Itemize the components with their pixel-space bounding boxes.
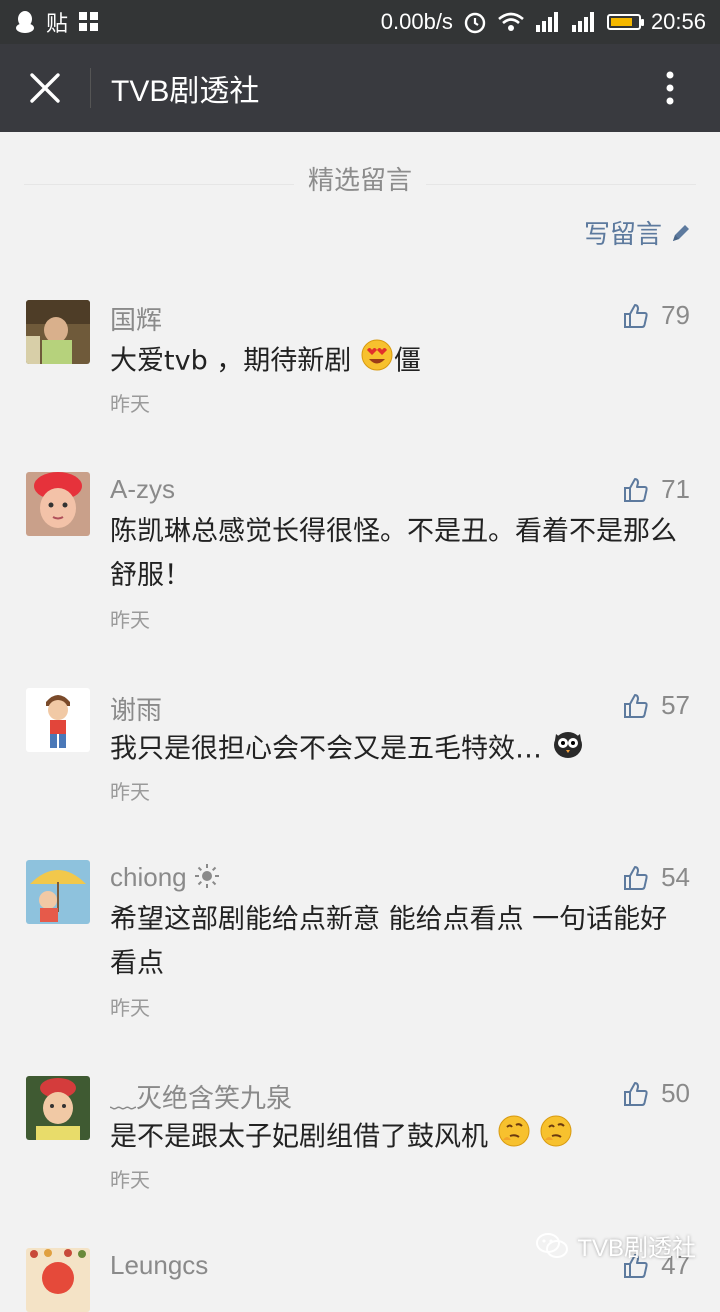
watermark: TVB剧透社 <box>535 1228 696 1263</box>
more-vertical-icon <box>666 71 674 105</box>
page-title: TVB剧透社 <box>111 75 260 108</box>
comment-text: 是不是跟太子妃剧组借了鼓风机 <box>110 1114 690 1162</box>
thumbs-up-icon <box>624 865 648 890</box>
heart-eyes-emoji-icon <box>360 338 394 386</box>
nav-divider <box>90 68 91 108</box>
network-speed: 0.00b/s <box>380 9 453 34</box>
like-button[interactable]: 71 <box>623 474 690 505</box>
close-button[interactable] <box>0 44 90 132</box>
like-count: 50 <box>661 1078 690 1108</box>
status-app-label: 贴 <box>46 12 69 37</box>
like-button[interactable]: 54 <box>623 862 690 893</box>
like-button[interactable]: 50 <box>623 1078 690 1109</box>
commenter-name: Leungcs <box>110 1250 209 1280</box>
status-time: 20:56 <box>650 9 706 34</box>
commenter-name-row: ﹏灭绝含笑九泉 <box>110 1078 292 1115</box>
comment-text: 希望这部剧能给点新意 能给点看点 一句话能好看点 <box>110 904 668 979</box>
pencil-icon <box>673 224 689 241</box>
avatar[interactable] <box>26 472 90 536</box>
like-count: 54 <box>661 862 690 892</box>
more-button[interactable] <box>620 44 720 132</box>
alarm-icon <box>463 10 487 34</box>
comment-text-suffix: 僵 <box>393 345 421 377</box>
thumbs-up-icon <box>624 693 648 718</box>
sun-icon <box>194 863 220 896</box>
owl-emoji-icon <box>551 726 585 774</box>
signal-icon <box>535 11 561 33</box>
nav-bar: TVB剧透社 <box>0 44 720 132</box>
name-decoration: ﹏ <box>110 1083 137 1113</box>
wifi-icon <box>497 11 525 33</box>
thinking-emoji-icon <box>539 1114 573 1162</box>
avatar[interactable] <box>26 300 90 364</box>
commenter-name: 国辉 <box>110 305 163 335</box>
comment-time: 昨天 <box>110 392 150 416</box>
close-icon <box>30 73 60 103</box>
comment-text: 大爱tvb ，期待新剧 僵 <box>110 338 690 386</box>
commenter-name: 灭绝含笑九泉 <box>136 1083 293 1113</box>
section-title: 精选留言 <box>0 160 720 197</box>
thumbs-up-icon <box>624 477 648 502</box>
like-count: 71 <box>661 474 690 504</box>
thinking-emoji-icon <box>497 1114 531 1162</box>
comment-time: 昨天 <box>110 780 150 804</box>
avatar[interactable] <box>26 688 90 752</box>
battery-icon <box>606 14 644 30</box>
apps-grid-icon <box>78 11 100 33</box>
comment-time: 昨天 <box>110 996 150 1020</box>
like-button[interactable]: 79 <box>623 300 690 331</box>
commenter-name: A-zys <box>110 474 175 504</box>
write-comment-label: 写留言 <box>583 220 662 250</box>
avatar[interactable] <box>26 1248 90 1312</box>
avatar[interactable] <box>26 1076 90 1140</box>
watermark-text: TVB剧透社 <box>577 1235 696 1262</box>
comment-time: 昨天 <box>110 1168 150 1192</box>
comment-time: 昨天 <box>110 608 150 632</box>
thumbs-up-icon <box>624 303 648 328</box>
like-count: 79 <box>661 300 690 330</box>
commenter-name-row: chiong <box>110 862 220 896</box>
status-bar: 贴 0.00b/s 20:56 <box>0 0 720 44</box>
thumbs-up-icon <box>624 1081 648 1106</box>
like-count: 57 <box>661 690 690 720</box>
like-button[interactable]: 57 <box>623 690 690 721</box>
wechat-logo-icon <box>536 1232 569 1258</box>
write-comment-button[interactable]: 写留言 <box>584 214 692 251</box>
commenter-name: chiong <box>110 862 187 892</box>
signal-2-icon <box>571 11 597 33</box>
commenter-name: 谢雨 <box>110 695 163 725</box>
qq-penguin-icon <box>14 10 36 34</box>
comment-text: 陈凯琳总感觉长得很怪。不是丑。看着不是那么舒服！ <box>110 516 677 591</box>
comment-text: 我只是很担心会不会又是五毛特效… <box>110 726 690 774</box>
avatar[interactable] <box>26 860 90 924</box>
